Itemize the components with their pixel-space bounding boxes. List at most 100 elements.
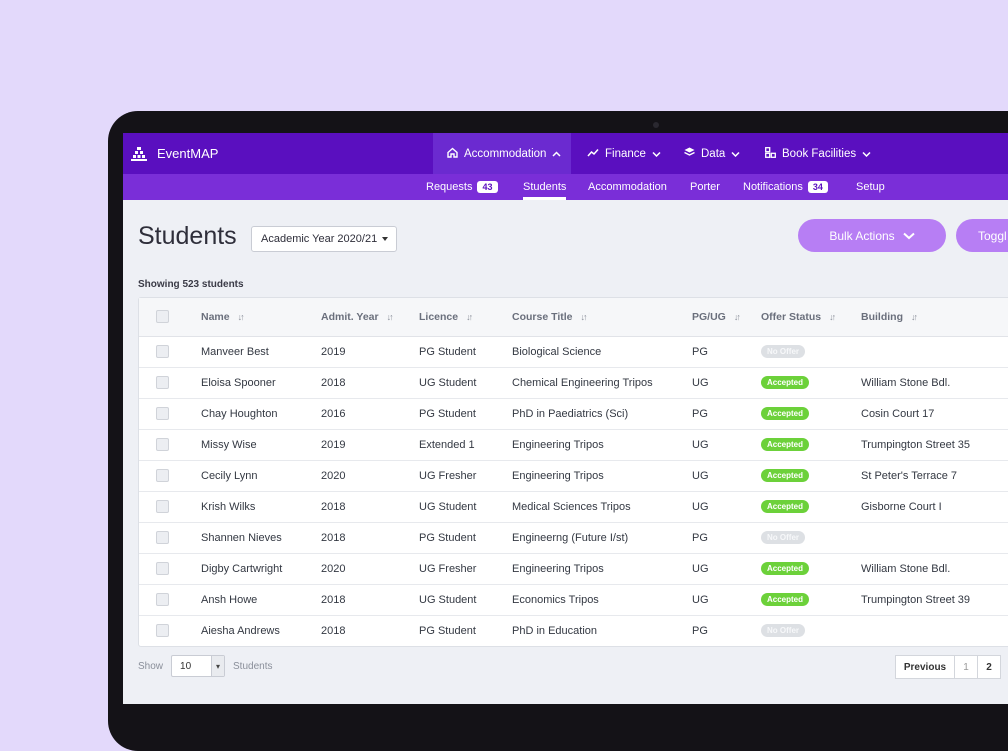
cell-status: Accepted xyxy=(761,491,810,522)
table-row[interactable]: Cecily Lynn 2020 UG Fresher Engineering Tri… xyxy=(139,460,1008,492)
select-value: 10 xyxy=(180,660,192,672)
table-row[interactable]: Digby Cartwright 2020 UG Fresher Engineerin… xyxy=(139,553,1008,585)
cell-status: Accepted xyxy=(761,398,810,429)
cell-course: Chemical Engineering Tripos xyxy=(512,376,653,389)
menu-data[interactable]: Data xyxy=(670,133,754,174)
table-row[interactable]: Aiesha Andrews 2018 PG Student PhD in Educa… xyxy=(139,615,1008,646)
column-header-year[interactable]: Admit. Year ↓↑ xyxy=(321,298,394,336)
cell-licence: PG Student xyxy=(419,407,476,420)
cell-course: PhD in Education xyxy=(512,624,597,637)
column-header-level[interactable]: PG/UG ↓↑ xyxy=(692,298,741,336)
cell-level: UG xyxy=(692,500,709,513)
menu-book-facilities[interactable]: Book Facilities xyxy=(751,133,885,174)
table-row[interactable]: Shannen Nieves 2018 PG Student Engineerng (… xyxy=(139,522,1008,554)
cell-licence: PG Student xyxy=(419,624,476,637)
caret-down-icon xyxy=(382,237,388,241)
header-label: PG/UG xyxy=(692,311,726,323)
row-checkbox[interactable] xyxy=(156,438,169,451)
table-row[interactable]: Krish Wilks 2018 UG Student Medical Science… xyxy=(139,491,1008,523)
status-badge: Accepted xyxy=(761,407,810,420)
column-header-name[interactable]: Name ↓↑ xyxy=(201,298,245,336)
chevron-up-icon xyxy=(552,148,561,160)
cell-name: Ansh Howe xyxy=(201,593,258,606)
cell-year: 2018 xyxy=(321,593,346,606)
page-size-select[interactable]: 10 ▾ xyxy=(171,655,226,677)
previous-page-button[interactable]: Previous xyxy=(895,655,955,679)
cell-building: St Peter's Terrace 7 xyxy=(861,469,958,482)
page-1-button[interactable]: 1 xyxy=(954,655,978,679)
cell-level: UG xyxy=(692,438,709,451)
row-checkbox[interactable] xyxy=(156,562,169,575)
column-header-course[interactable]: Course Title ↓↑ xyxy=(512,298,588,336)
cell-name: Shannen Nieves xyxy=(201,531,282,544)
chevron-down-icon xyxy=(903,229,915,243)
tab-porter[interactable]: Porter xyxy=(690,174,720,200)
cell-year: 2019 xyxy=(321,345,346,358)
cell-course: Engineering Tripos xyxy=(512,562,604,575)
tab-requests[interactable]: Requests 43 xyxy=(426,174,498,200)
row-checkbox[interactable] xyxy=(156,593,169,606)
brand[interactable]: EventMAP xyxy=(131,133,218,174)
menu-accommodation[interactable]: Accommodation xyxy=(433,133,571,174)
app-screen: EventMAP Accommodation Finance Data Book… xyxy=(123,133,1008,704)
row-checkbox[interactable] xyxy=(156,531,169,544)
page-2-button[interactable]: 2 xyxy=(977,655,1001,679)
count-badge: 43 xyxy=(477,181,498,193)
chevron-down-icon xyxy=(652,148,661,160)
button-label: Toggl xyxy=(978,228,1007,243)
table-row[interactable]: Eloisa Spooner 2018 UG Student Chemical Eng… xyxy=(139,367,1008,399)
academic-year-select[interactable]: Academic Year 2020/21 xyxy=(251,226,397,252)
cell-status: Accepted xyxy=(761,460,810,491)
students-table: Name ↓↑ Admit. Year ↓↑ Licence ↓↑ Course Ti… xyxy=(138,297,1008,647)
row-checkbox[interactable] xyxy=(156,469,169,482)
row-checkbox[interactable] xyxy=(156,376,169,389)
camera-dot xyxy=(653,122,659,128)
grid-icon xyxy=(765,146,776,161)
tab-students[interactable]: Students xyxy=(523,174,567,200)
cell-licence: UG Student xyxy=(419,500,477,513)
row-checkbox[interactable] xyxy=(156,407,169,420)
trend-icon xyxy=(587,148,599,160)
cell-name: Digby Cartwright xyxy=(201,562,283,575)
cell-year: 2018 xyxy=(321,624,346,637)
column-header-licence[interactable]: Licence ↓↑ xyxy=(419,298,473,336)
sub-navbar: Requests 43 Students Accommodation Porte… xyxy=(123,174,1008,200)
table-row[interactable]: Manveer Best 2019 PG Student Biological Sci… xyxy=(139,336,1008,368)
page-size-control: Show 10 ▾ Students xyxy=(138,654,273,678)
cell-building: Cosin Court 17 xyxy=(861,407,935,420)
table-row[interactable]: Missy Wise 2019 Extended 1 Engineering Trip… xyxy=(139,429,1008,461)
cell-level: PG xyxy=(692,407,708,420)
table-row[interactable]: Ansh Howe 2018 UG Student Economics Tripos U… xyxy=(139,584,1008,616)
column-header-offer-status[interactable]: Offer Status ↓↑ xyxy=(761,298,836,336)
header-label: Licence xyxy=(419,311,459,323)
toggle-button[interactable]: Toggl xyxy=(956,219,1008,252)
cell-year: 2020 xyxy=(321,469,346,482)
cell-name: Aiesha Andrews xyxy=(201,624,280,637)
row-checkbox[interactable] xyxy=(156,500,169,513)
bulk-actions-button[interactable]: Bulk Actions xyxy=(798,219,946,252)
column-header-building[interactable]: Building ↓↑ xyxy=(861,298,918,336)
cell-name: Eloisa Spooner xyxy=(201,376,276,389)
cell-licence: UG Student xyxy=(419,593,477,606)
tab-label: Requests xyxy=(426,181,473,193)
header-label: Course Title xyxy=(512,311,573,323)
select-all-checkbox[interactable] xyxy=(156,310,169,323)
cell-year: 2019 xyxy=(321,438,346,451)
cell-status: No Offer xyxy=(761,336,805,367)
menu-finance[interactable]: Finance xyxy=(573,133,675,174)
cell-year: 2020 xyxy=(321,562,346,575)
cell-building: Trumpington Street 35 xyxy=(861,438,971,451)
status-badge: Accepted xyxy=(761,593,810,606)
tab-label: Notifications xyxy=(743,181,803,193)
cell-course: PhD in Paediatrics (Sci) xyxy=(512,407,629,420)
cell-level: UG xyxy=(692,593,709,606)
tab-accommodation[interactable]: Accommodation xyxy=(588,174,667,200)
tab-setup[interactable]: Setup xyxy=(856,174,885,200)
row-checkbox[interactable] xyxy=(156,345,169,358)
status-badge: Accepted xyxy=(761,562,810,575)
cell-course: Engineerng (Future I/st) xyxy=(512,531,629,544)
row-checkbox[interactable] xyxy=(156,624,169,637)
status-badge: Accepted xyxy=(761,438,810,451)
tab-notifications[interactable]: Notifications 34 xyxy=(743,174,828,200)
table-row[interactable]: Chay Houghton 2016 PG Student PhD in Paedia… xyxy=(139,398,1008,430)
